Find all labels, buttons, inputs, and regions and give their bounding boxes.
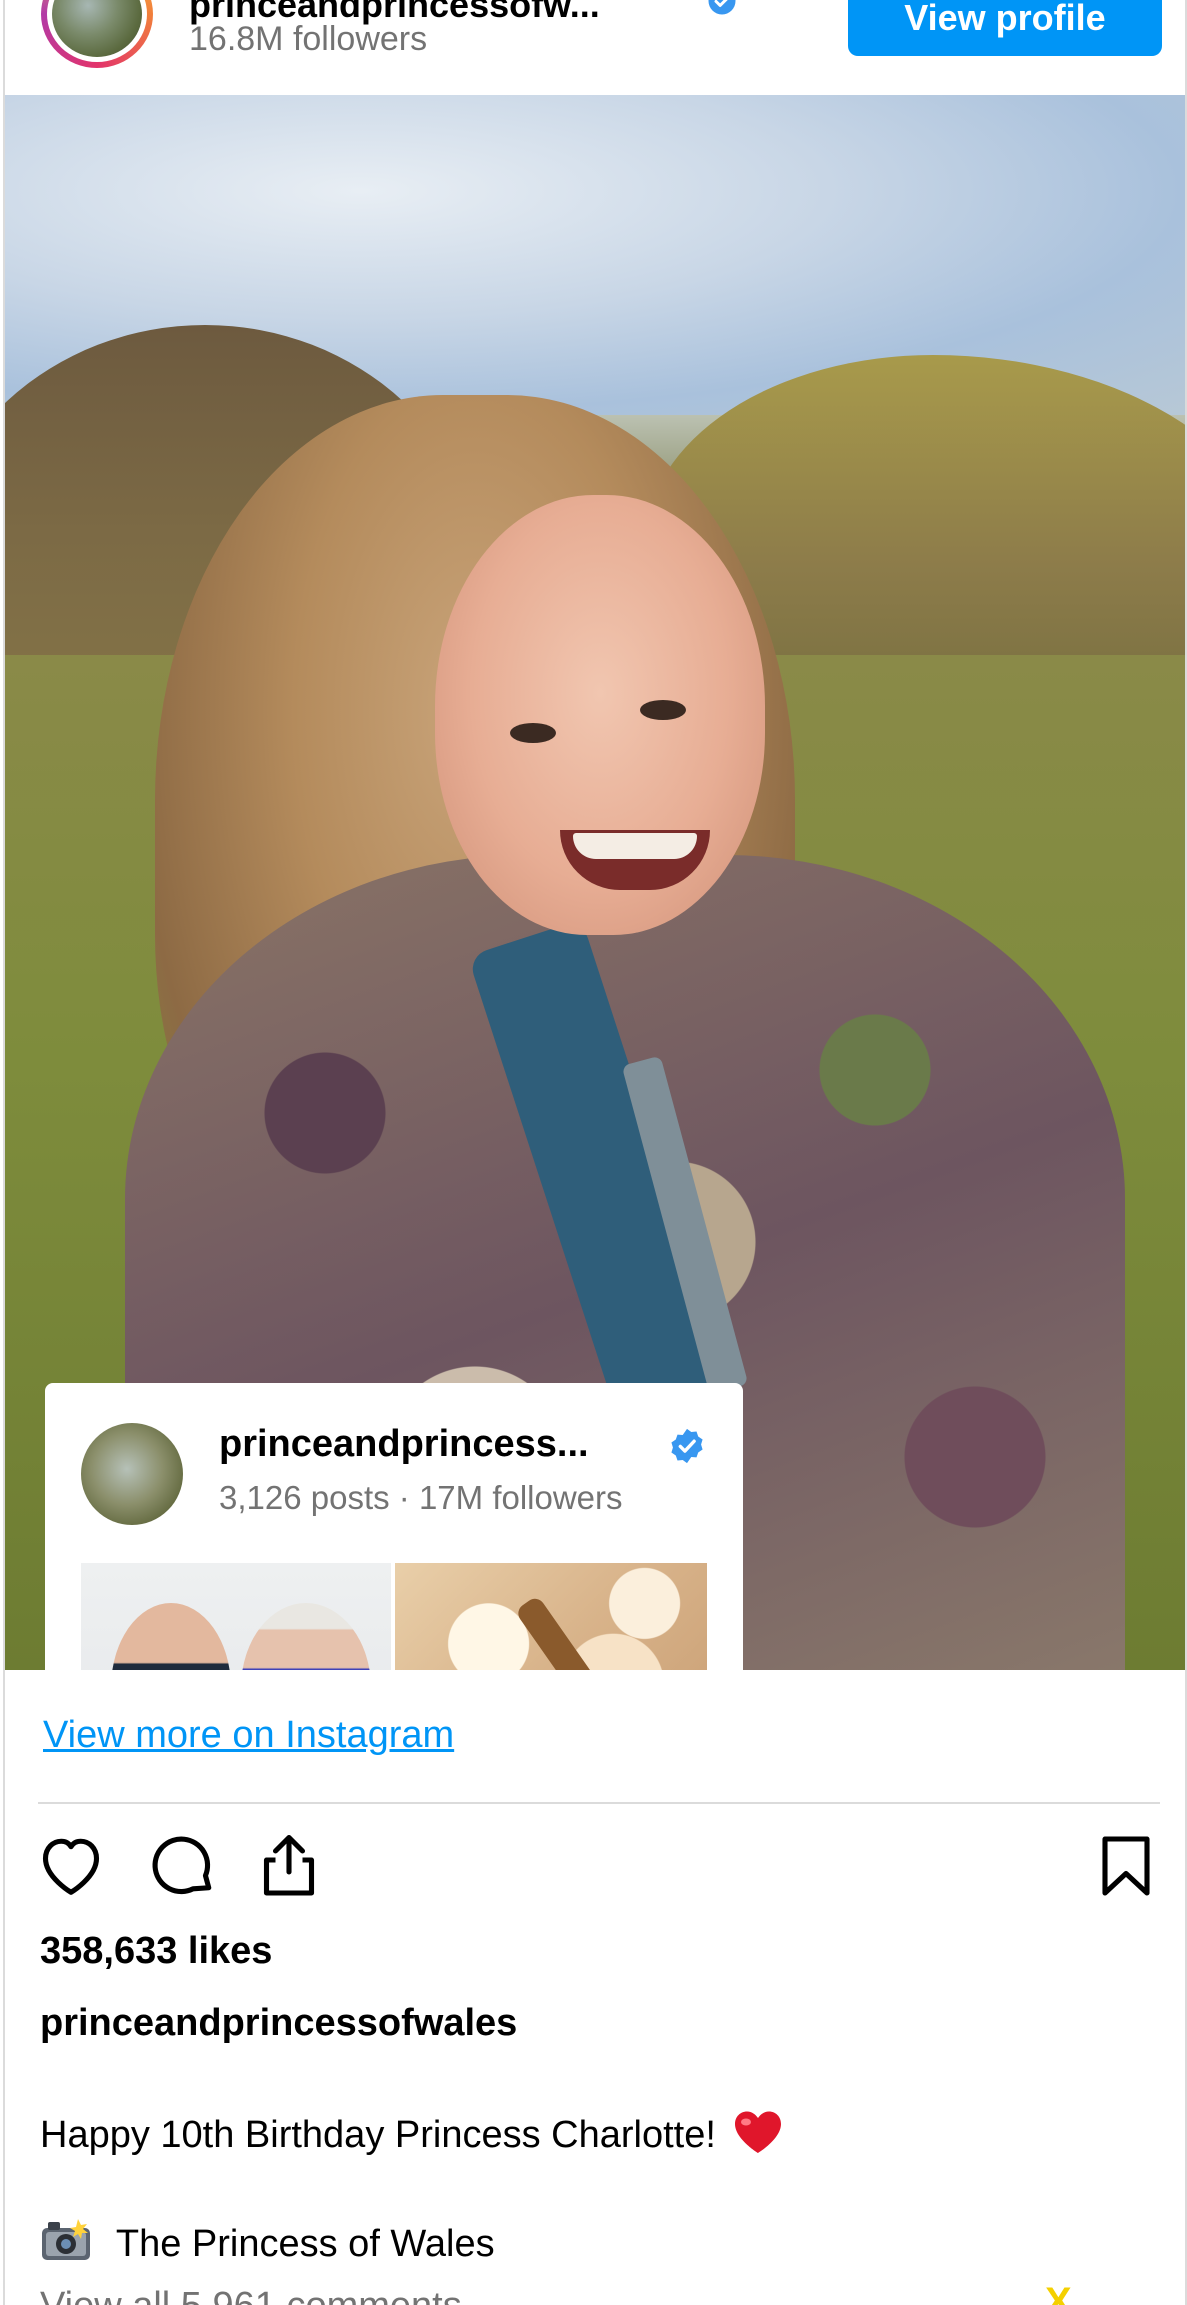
camera-flash-icon bbox=[42, 2219, 90, 2260]
caption-text: Happy 10th Birthday Princess Charlotte! bbox=[40, 2114, 716, 2156]
embed-header: princeandprincessofw... 16.8M followers … bbox=[5, 0, 1185, 95]
card-stats: 3,126 posts · 17M followers bbox=[219, 1479, 623, 1516]
card-avatar[interactable] bbox=[81, 1423, 183, 1525]
caption-text: The Princess of Wales bbox=[115, 2223, 495, 2265]
close-mark[interactable]: X bbox=[1045, 2280, 1072, 2305]
recent-post-thumbnail[interactable] bbox=[395, 1563, 707, 1670]
red-heart-icon bbox=[735, 2111, 782, 2153]
verified-badge-icon bbox=[708, 0, 736, 15]
comment-icon[interactable] bbox=[148, 1830, 220, 1902]
action-bar bbox=[5, 1830, 1185, 1910]
profile-preview-card[interactable]: princeandprincess... 3,126 posts · 17M f… bbox=[45, 1383, 743, 1670]
heart-icon[interactable] bbox=[35, 1830, 107, 1902]
recent-post-thumbnail[interactable] bbox=[81, 1563, 391, 1670]
divider bbox=[38, 1802, 1160, 1804]
followers-count: 16.8M followers bbox=[189, 20, 428, 58]
card-account-name[interactable]: princeandprincess... bbox=[219, 1423, 589, 1466]
view-more-link[interactable]: View more on Instagram bbox=[43, 1714, 454, 1757]
bookmark-icon[interactable] bbox=[1090, 1830, 1162, 1902]
instagram-embed: princeandprincessofw... 16.8M followers … bbox=[3, 0, 1187, 2305]
profile-avatar[interactable] bbox=[41, 0, 153, 68]
post-photo[interactable]: princeandprincess... 3,126 posts · 17M f… bbox=[5, 95, 1185, 1670]
share-icon[interactable] bbox=[253, 1830, 325, 1902]
verified-badge-icon bbox=[671, 1428, 703, 1464]
poster-username[interactable]: princeandprincessofwales bbox=[40, 2002, 517, 2045]
likes-count[interactable]: 358,633 likes bbox=[40, 1930, 272, 1973]
view-profile-button[interactable]: View profile bbox=[848, 0, 1162, 56]
view-comments-link[interactable]: View all 5,961 comments bbox=[40, 2285, 462, 2305]
caption-line: Happy 10th Birthday Princess Charlotte! bbox=[40, 2109, 784, 2157]
caption-line: The Princess of Wales bbox=[40, 2218, 495, 2266]
